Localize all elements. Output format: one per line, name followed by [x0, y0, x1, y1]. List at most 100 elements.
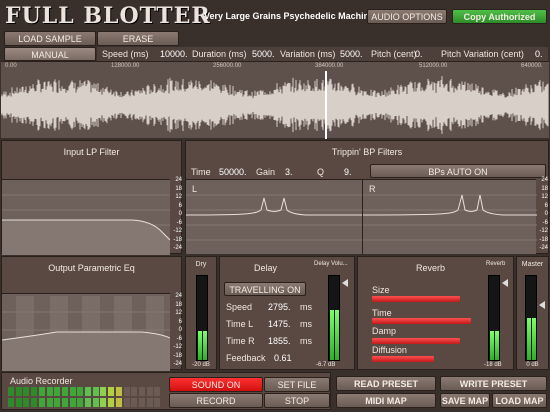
bp-time-value[interactable]: 50000.	[219, 167, 247, 177]
time-slider[interactable]	[372, 318, 471, 324]
recorder-led	[92, 398, 99, 407]
scale-tick: 0	[178, 211, 182, 217]
scale-tick: -6	[176, 335, 182, 342]
audio-options-button[interactable]: AUDIO OPTIONS	[367, 9, 447, 24]
feedback-value[interactable]: 0.61	[274, 353, 292, 363]
scale-tick: -24	[539, 245, 548, 251]
scale-tick: 18	[175, 301, 182, 308]
delay-speed-unit: ms	[300, 302, 312, 312]
slider-handle-icon[interactable]	[342, 279, 348, 287]
time-r-value[interactable]: 1855.	[268, 336, 291, 346]
delay-meter-fill	[330, 309, 334, 360]
dry-value: -20 dB	[192, 362, 210, 368]
output-eq-graph[interactable]	[2, 293, 170, 371]
master-meter-fill	[532, 318, 536, 360]
delay-panel: Delay TRAVELLING ON Speed 2795. ms Time …	[219, 256, 355, 370]
recorder-level-meter	[8, 387, 163, 409]
recorder-led	[77, 387, 84, 396]
master-meter-fill	[527, 318, 531, 360]
recorder-led	[23, 387, 30, 396]
record-button[interactable]: RECORD	[169, 393, 263, 408]
delay-speed-label: Speed	[226, 302, 253, 312]
variation-value[interactable]: 5000.	[340, 49, 363, 59]
delay-volume-meter[interactable]	[328, 275, 340, 361]
bps-auto-button[interactable]: BPs AUTO ON	[370, 164, 546, 178]
damp-slider[interactable]	[372, 338, 460, 344]
ruler-tick: 128000.00	[111, 63, 140, 69]
erase-button[interactable]: ERASE	[97, 31, 179, 46]
recorder-led	[92, 387, 99, 396]
travelling-button[interactable]: TRAVELLING ON	[224, 282, 306, 296]
scale-tick: 24	[175, 293, 182, 299]
bp-title: Trippin' BP Filters	[331, 147, 403, 157]
load-sample-button[interactable]: LOAD SAMPLE	[4, 31, 96, 46]
load-map-button[interactable]: LOAD MAP	[492, 393, 547, 408]
recorder-led	[131, 398, 138, 407]
delay-speed-value[interactable]: 2795.	[268, 302, 291, 312]
copy-authorized-button[interactable]: Copy Authorized	[452, 9, 547, 24]
audio-recorder-panel: Audio Recorder SOUND ON SET FILE RECORD …	[1, 372, 331, 410]
recorder-led	[15, 398, 22, 407]
dry-meter-fill	[203, 330, 207, 360]
playhead[interactable]	[325, 71, 327, 139]
scale-tick: -24	[173, 245, 182, 251]
speed-label: Speed (ms)	[102, 49, 149, 59]
scale-tick: 18	[541, 185, 548, 192]
recorder-led	[31, 387, 38, 396]
bp-q-value[interactable]: 9.	[344, 167, 352, 177]
stop-button[interactable]: STOP	[264, 393, 330, 408]
write-preset-button[interactable]: WRITE PRESET	[440, 376, 547, 391]
eq-curve	[2, 296, 170, 371]
ruler-tick: 0.00	[5, 63, 17, 69]
recorder-led	[85, 387, 91, 396]
bp-gain-value[interactable]: 3.	[285, 167, 293, 177]
recorder-led	[115, 398, 122, 407]
ruler-tick: 640000.	[521, 63, 543, 69]
midi-map-button[interactable]: MIDI MAP	[336, 393, 436, 408]
duration-value[interactable]: 5000.	[252, 49, 275, 59]
recorder-led	[46, 387, 53, 396]
time-r-label: Time R	[226, 336, 255, 346]
diffusion-label: Diffusion	[372, 345, 407, 355]
slider-handle-icon[interactable]	[502, 279, 508, 287]
input-lp-graph[interactable]	[2, 179, 170, 255]
dry-label: Dry	[195, 261, 207, 268]
recorder-led	[146, 387, 153, 396]
time-l-value[interactable]: 1475.	[268, 319, 291, 329]
delay-meter-fill	[335, 309, 339, 360]
save-map-button[interactable]: SAVE MAP	[440, 393, 490, 408]
recorder-led	[123, 387, 130, 396]
ruler-tick: 256000.00	[213, 63, 242, 69]
pitch-variation-value[interactable]: 0.	[535, 49, 543, 59]
bp-right-graph[interactable]: R	[362, 179, 537, 254]
reverb-out-meter[interactable]	[488, 275, 500, 361]
eq-scale: 24 18 12 6 0 -6 -12 -18 -24	[170, 293, 182, 370]
scale-tick: 0	[544, 211, 548, 217]
manual-mode-button[interactable]: MANUAL	[4, 47, 96, 61]
size-slider[interactable]	[372, 296, 460, 302]
reverb-panel: Reverb Size Time Damp Diffusion Reverb -…	[357, 256, 514, 370]
speed-value[interactable]: 10000.	[160, 49, 188, 59]
recorder-led	[77, 398, 84, 407]
reverb-out-label: Reverb	[486, 261, 506, 267]
waveform-svg	[1, 76, 549, 134]
scale-tick: 24	[175, 177, 182, 183]
recorder-led	[61, 387, 68, 396]
output-eq-title: Output Parametric Eq	[48, 263, 135, 273]
set-file-button[interactable]: SET FILE	[264, 377, 330, 392]
input-lp-title: Input LP Filter	[63, 147, 120, 157]
sound-on-button[interactable]: SOUND ON	[169, 377, 263, 392]
slider-handle-icon[interactable]	[539, 301, 545, 309]
read-preset-button[interactable]: READ PRESET	[336, 376, 436, 391]
bp-left-graph[interactable]: L	[186, 179, 362, 254]
bp-right-curve	[363, 194, 537, 241]
ruler-tick: 384000.00	[315, 63, 344, 69]
master-value: 0 dB	[526, 362, 539, 368]
waveform-display[interactable]: 0.00 128000.00 256000.00 384000.00 51200…	[1, 61, 549, 139]
pitch-value[interactable]: 0.	[415, 49, 423, 59]
master-meter[interactable]	[525, 275, 537, 361]
diffusion-slider[interactable]	[372, 356, 434, 362]
scale-tick: 12	[541, 194, 548, 200]
lp-curve	[2, 194, 170, 255]
dry-meter[interactable]	[196, 275, 208, 361]
